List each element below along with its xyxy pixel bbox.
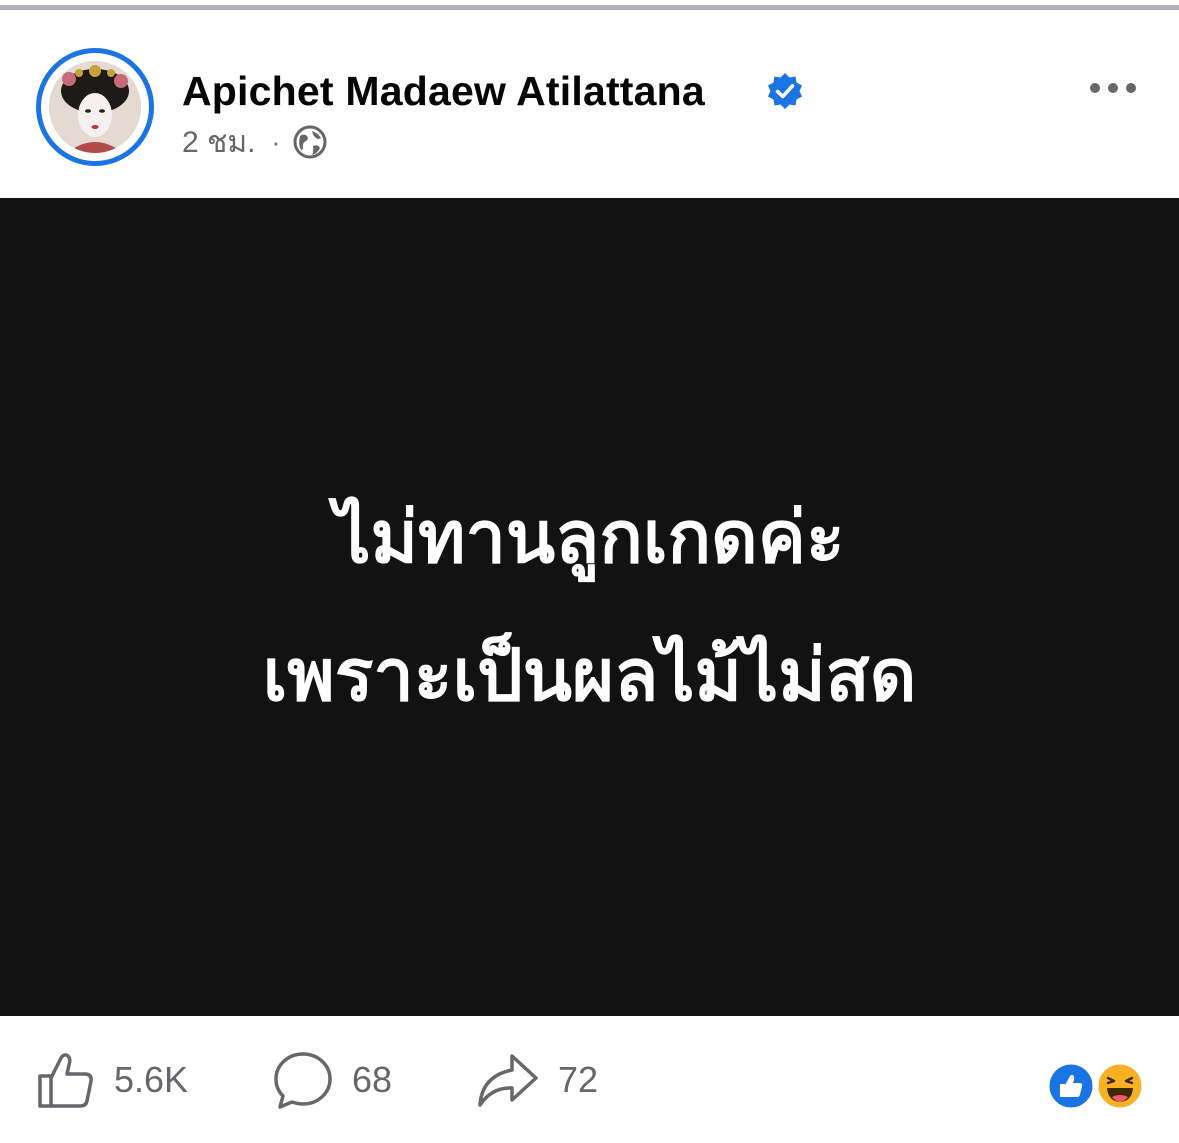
post-text-line-1: ไม่ทานลูกเกดค่ะ <box>334 495 845 579</box>
more-horizontal-icon <box>1090 83 1136 93</box>
post-image-text: ไม่ทานลูกเกดค่ะ เพราะเป็นผลไม้ไม่สด <box>0 468 1179 744</box>
haha-reaction-icon <box>1095 1061 1145 1111</box>
comment-button[interactable]: 68 <box>272 1050 392 1110</box>
more-options-button[interactable] <box>1082 68 1144 108</box>
comment-count: 68 <box>352 1059 393 1100</box>
share-count: 72 <box>558 1059 599 1100</box>
share-icon <box>478 1054 538 1107</box>
post-actions-bar: 5.6K 68 72 <box>0 1016 1179 1143</box>
comment-icon <box>274 1052 332 1109</box>
author-avatar[interactable] <box>36 48 154 166</box>
like-reaction-icon <box>1046 1061 1096 1111</box>
avatar-image <box>49 61 141 153</box>
post-timestamp[interactable]: 2 ชม. <box>182 119 256 166</box>
like-icon <box>38 1053 93 1108</box>
like-button[interactable]: 5.6K <box>36 1050 188 1110</box>
author-name[interactable]: Apichet Madaew Atilattana <box>182 66 705 116</box>
post-image[interactable]: ไม่ทานลูกเกดค่ะ เพราะเป็นผลไม้ไม่สด <box>0 198 1179 1016</box>
like-count: 5.6K <box>114 1059 189 1100</box>
share-button[interactable]: 72 <box>476 1050 598 1110</box>
post-text-line-2: เพราะเป็นผลไม้ไม่สด <box>262 633 917 717</box>
verified-badge-icon <box>768 73 802 109</box>
post-meta: 2 ชม. · <box>182 122 328 162</box>
reactions-summary[interactable] <box>1046 1061 1146 1111</box>
globe-icon[interactable] <box>292 124 328 160</box>
post-header: Apichet Madaew Atilattana 2 ชม. · <box>0 10 1179 198</box>
meta-separator: · <box>271 126 281 157</box>
